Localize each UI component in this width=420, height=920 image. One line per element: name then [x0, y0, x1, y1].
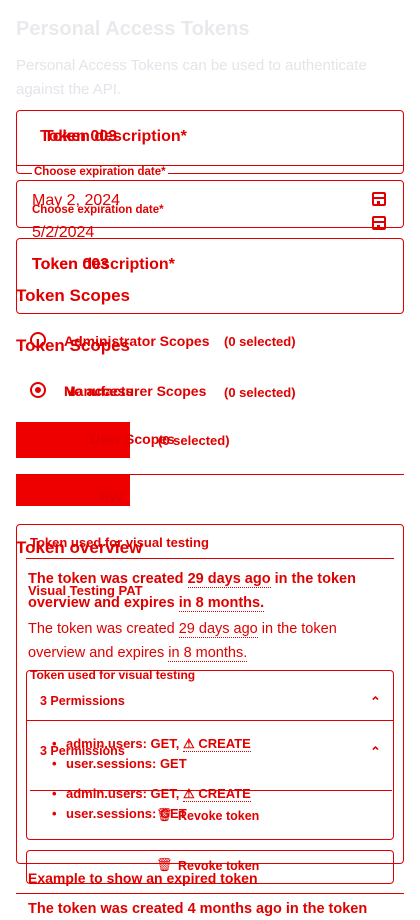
- scope-label: Administrator Scopes: [64, 333, 210, 349]
- scope-row-user[interactable]: User Scopes (0 selected): [30, 428, 400, 452]
- token-name: Token used for visual testing: [30, 535, 209, 550]
- chevron-up-icon[interactable]: ⌃: [370, 694, 381, 710]
- page-subtitle: Personal Access Tokens can be used to au…: [16, 57, 367, 98]
- expiration-date-label: Choose expiration date*: [32, 166, 168, 178]
- scope-count: (0 selected): [158, 433, 230, 448]
- revoke-token-button[interactable]: 🗑 Revoke token: [150, 806, 280, 826]
- scope-row-administrator[interactable]: Administrator Scopes (0 selected): [30, 330, 400, 354]
- scope-row-manufacturer[interactable]: Manufacturer Scopes No access (0 selecte…: [30, 380, 400, 404]
- token-description: The token was created 4 months ago in th…: [28, 901, 368, 917]
- token-description-value-alt: Token 003: [32, 256, 110, 273]
- created-tooltip[interactable]: 29 days ago: [187, 571, 271, 588]
- permission-item: admin.users: GET, ⚠ CREATE: [48, 734, 251, 754]
- token-description-value: Token 003: [40, 128, 118, 145]
- token-overview-heading-alt: ew: [100, 487, 123, 506]
- token-name: Example to show an expired token: [28, 870, 258, 886]
- calendar-icon[interactable]: [372, 216, 386, 230]
- token-scopes-heading: Token Scopes: [16, 286, 130, 305]
- calendar-icon[interactable]: [372, 192, 386, 206]
- permissions-count: 3 Permissions: [40, 694, 125, 708]
- permission-item: admin.users: GET, ⚠ CREATE: [48, 784, 251, 804]
- scope-count: (0 selected): [224, 334, 296, 349]
- permission-item: user.sessions: GET: [48, 754, 251, 774]
- warning-create[interactable]: ⚠ CREATE: [183, 786, 251, 802]
- chevron-up-icon[interactable]: ⌃: [370, 744, 381, 760]
- expires-tooltip[interactable]: in 8 months.: [178, 595, 265, 612]
- permissions-list: admin.users: GET, ⚠ CREATE user.sessions…: [48, 734, 251, 774]
- expires-tooltip[interactable]: in 8 months.: [168, 645, 248, 662]
- warning-create[interactable]: ⚠ CREATE: [183, 736, 251, 752]
- page-title: Personal Access Tokens: [16, 18, 250, 40]
- created-tooltip[interactable]: 29 days ago: [178, 621, 258, 638]
- radio-selected-icon[interactable]: [30, 382, 46, 398]
- expiration-date-label-alt: Choose expiration date*: [32, 204, 164, 216]
- trash-icon: 🗑: [156, 807, 173, 822]
- scope-count: (0 selected): [224, 385, 296, 400]
- token-description-alt: The token was created 29 days ago in the…: [28, 621, 337, 662]
- radio-icon[interactable]: [30, 332, 46, 348]
- scope-no-access-label: No access: [64, 383, 134, 399]
- token-description: The token was created 29 days ago in the…: [28, 571, 356, 612]
